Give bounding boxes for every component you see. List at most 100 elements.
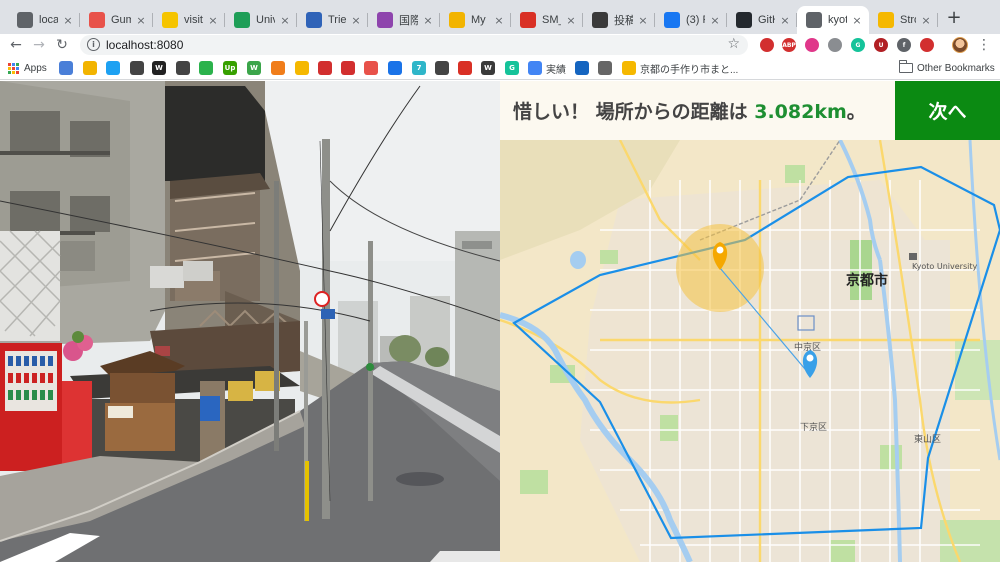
tab-9[interactable]: 投稿の ×: [583, 6, 655, 34]
bookmark-13[interactable]: [318, 60, 332, 76]
tab-close-icon[interactable]: ×: [851, 14, 863, 27]
tab-close-icon[interactable]: ×: [920, 14, 932, 27]
bookmark-20[interactable]: W: [481, 60, 495, 76]
tab-title: Stroly: [900, 14, 916, 26]
tab-12[interactable]: kyoto ×: [797, 6, 869, 34]
grammarly-icon: G: [505, 61, 519, 75]
github-icon: [736, 12, 752, 28]
kyoto-university-label: Kyoto University: [912, 262, 978, 271]
tab-title: Unive: [256, 14, 275, 26]
bookmark-label: Other Bookmarks: [917, 62, 995, 74]
twitter-icon: [106, 61, 120, 75]
tab-close-icon[interactable]: ×: [207, 14, 219, 27]
tab-close-icon[interactable]: ×: [779, 14, 791, 27]
bookmark-2[interactable]: [59, 60, 73, 76]
ublock-icon[interactable]: U: [874, 38, 888, 52]
tab-3[interactable]: visits ×: [153, 6, 225, 34]
yellow-star-icon: [622, 61, 636, 75]
forward-button[interactable]: →: [30, 36, 48, 54]
back-button[interactable]: ←: [7, 36, 25, 54]
menu-button[interactable]: ⋮: [975, 36, 993, 54]
facebook-icon: [664, 12, 680, 28]
tab-7[interactable]: My Dr ×: [440, 6, 511, 34]
bookmark-16[interactable]: [388, 60, 402, 76]
bookmark-26[interactable]: Other Bookmarks: [899, 60, 995, 76]
bookmark-18[interactable]: [435, 60, 449, 76]
tab-11[interactable]: GitHu ×: [727, 6, 797, 34]
bookmark-7[interactable]: [176, 60, 190, 76]
grammarly-icon[interactable]: G: [851, 38, 865, 52]
bookmark-8[interactable]: [199, 60, 213, 76]
seven-icon: 7: [412, 61, 426, 75]
bookmark-label: Apps: [24, 62, 47, 74]
bookmark-17[interactable]: 7: [412, 60, 426, 76]
red-extension-icon[interactable]: [920, 38, 934, 52]
bookmark-label: 京都の手作り市まと...: [640, 64, 739, 76]
panel-icon: [598, 61, 612, 75]
bookmark-star-icon[interactable]: ☆: [727, 36, 740, 52]
facebook-ext-icon[interactable]: f: [897, 38, 911, 52]
wordpress-icon: W: [481, 61, 495, 75]
bookmark-4[interactable]: [106, 60, 120, 76]
tab-6[interactable]: 国際交 ×: [368, 6, 440, 34]
bookmark-23[interactable]: [575, 60, 589, 76]
bookmark-11[interactable]: [271, 60, 285, 76]
street-view-panorama[interactable]: [0, 81, 500, 562]
bookmark-12[interactable]: [295, 60, 309, 76]
tab-5[interactable]: Trienn ×: [297, 6, 368, 34]
tab-close-icon[interactable]: ×: [279, 14, 291, 27]
bookmark-24[interactable]: [598, 60, 612, 76]
tab-close-icon[interactable]: ×: [637, 14, 649, 27]
bookmark-19[interactable]: [458, 60, 472, 76]
bookmark-21[interactable]: G: [505, 60, 519, 76]
tab-close-icon[interactable]: ×: [565, 14, 577, 27]
kyoto-map[interactable]: 京都市 中京区 下京区 東山区 Kyoto University: [500, 140, 1000, 562]
profile-avatar[interactable]: [952, 37, 968, 53]
tab-close-icon[interactable]: ×: [422, 14, 434, 27]
bookmark-1[interactable]: Apps: [8, 60, 47, 76]
upwork-icon: Up: [223, 61, 237, 75]
ward-label-nakagyo: 中京区: [794, 343, 822, 353]
tab-8[interactable]: SM_bi ×: [511, 6, 583, 34]
tab-close-icon[interactable]: ×: [493, 14, 505, 27]
folder-icon: [899, 60, 913, 73]
tab-close-icon[interactable]: ×: [709, 14, 721, 27]
bookmark-9[interactable]: Up: [223, 60, 237, 76]
bookmark-6[interactable]: W: [152, 60, 166, 76]
tab-title: Gumr: [111, 14, 131, 26]
tab-2[interactable]: Gumr ×: [80, 6, 153, 34]
nipc-icon: [318, 61, 332, 75]
url-text[interactable]: localhost:8080: [106, 38, 183, 52]
bookmark-5[interactable]: [130, 60, 144, 76]
address-bar[interactable]: i localhost:8080 ☆: [80, 35, 748, 55]
tab-13[interactable]: Stroly ×: [869, 6, 938, 34]
bookmark-10[interactable]: W: [247, 60, 261, 76]
vivaldi-icon[interactable]: [760, 38, 774, 52]
bookmark-3[interactable]: [83, 60, 97, 76]
ward-label-higashiyama: 東山区: [914, 435, 942, 445]
bookmark-15[interactable]: [364, 60, 378, 76]
bookmark-25[interactable]: 京都の手作り市まと...: [622, 60, 738, 76]
next-button[interactable]: 次へ: [895, 81, 1000, 140]
tab-close-icon[interactable]: ×: [62, 14, 74, 27]
distance-value: 3.082km: [754, 101, 847, 123]
ward-label-shimogyo: 下京区: [800, 423, 828, 433]
new-tab-button[interactable]: +: [944, 8, 964, 28]
tab-title: kyoto: [828, 14, 847, 26]
site-info-icon[interactable]: i: [87, 38, 100, 51]
tab-close-icon[interactable]: ×: [135, 14, 147, 27]
bookmark-14[interactable]: [341, 60, 355, 76]
tab-4[interactable]: Unive ×: [225, 6, 297, 34]
reload-button[interactable]: ↻: [53, 36, 71, 54]
camera-icon[interactable]: [828, 38, 842, 52]
bookmarks-bar: Apps W Up W 7 W G 実績 京都の手作り市まと... Other Bookmarks: [0, 56, 1000, 80]
tab-10[interactable]: (3) Fa ×: [655, 6, 727, 34]
adblock-icon[interactable]: ABP: [782, 38, 796, 52]
shrine-icon: [909, 253, 917, 260]
bookmark-22[interactable]: 実績: [528, 60, 566, 76]
bookmark-label: 実績: [546, 64, 566, 76]
pink-extension-icon[interactable]: [805, 38, 819, 52]
tab-1[interactable]: localh ×: [8, 6, 80, 34]
globe-icon: [806, 12, 822, 28]
tab-close-icon[interactable]: ×: [350, 14, 362, 27]
